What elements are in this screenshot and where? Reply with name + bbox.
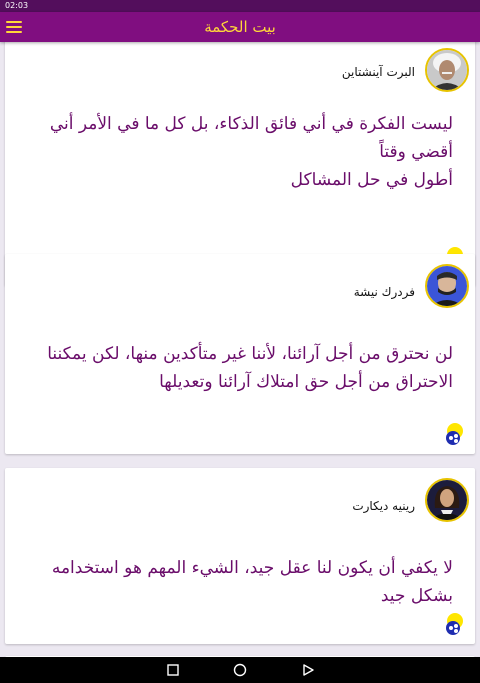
nietzsche-portrait-icon (427, 266, 467, 306)
quote-line: ليست الفكرة في أني فائق الذكاء، بل كل ما… (49, 114, 453, 162)
app-title: بيت الحكمة (204, 18, 276, 36)
quote-line: الاحتراق من أجل حق امتلاك آرائنا وتعديله… (159, 372, 453, 392)
status-bar: 02:03 (0, 0, 480, 12)
quote-line: لن نحترق من أجل آرائنا، لأننا غير متأكدي… (47, 344, 453, 364)
quote-card: البرت آينشتاين ليست الفكرة في أني فائق ا… (5, 42, 475, 286)
quote-text: ليست الفكرة في أني فائق الذكاء، بل كل ما… (33, 110, 453, 194)
recents-button[interactable] (300, 662, 316, 678)
share-button[interactable] (441, 422, 465, 446)
quote-text: لن نحترق من أجل آرائنا، لأننا غير متأكدي… (33, 340, 453, 396)
recents-icon (303, 664, 314, 676)
system-nav-bar (0, 657, 480, 683)
quote-feed[interactable]: البرت آينشتاين ليست الفكرة في أني فائق ا… (0, 42, 480, 657)
quote-card: فردرك نيشة لن نحترق من أجل آرائنا، لأننا… (5, 254, 475, 454)
share-icon (446, 423, 463, 445)
quote-card: رينيه ديكارت لا يكفي أن يكون لنا عقل جيد… (5, 468, 475, 644)
author-name: رينيه ديكارت (352, 499, 415, 513)
back-button[interactable] (165, 662, 181, 678)
home-icon (233, 663, 247, 677)
author-name: فردرك نيشة (353, 285, 415, 299)
descartes-portrait-icon (427, 480, 467, 520)
share-icon (446, 613, 463, 635)
back-icon (167, 664, 179, 676)
status-time: 02:03 (5, 1, 29, 10)
home-button[interactable] (232, 662, 248, 678)
quote-text: لا يكفي أن يكون لنا عقل جيد، الشيء المهم… (33, 554, 453, 610)
quote-line: لا يكفي أن يكون لنا عقل جيد، الشيء المهم… (51, 558, 453, 606)
einstein-portrait-icon (427, 50, 467, 90)
app-bar: بيت الحكمة (0, 12, 480, 42)
share-button[interactable] (441, 612, 465, 636)
author-avatar[interactable] (425, 48, 469, 92)
author-name: البرت آينشتاين (341, 65, 415, 79)
author-avatar[interactable] (425, 478, 469, 522)
author-avatar[interactable] (425, 264, 469, 308)
quote-line: أطول في حل المشاكل (290, 170, 453, 190)
